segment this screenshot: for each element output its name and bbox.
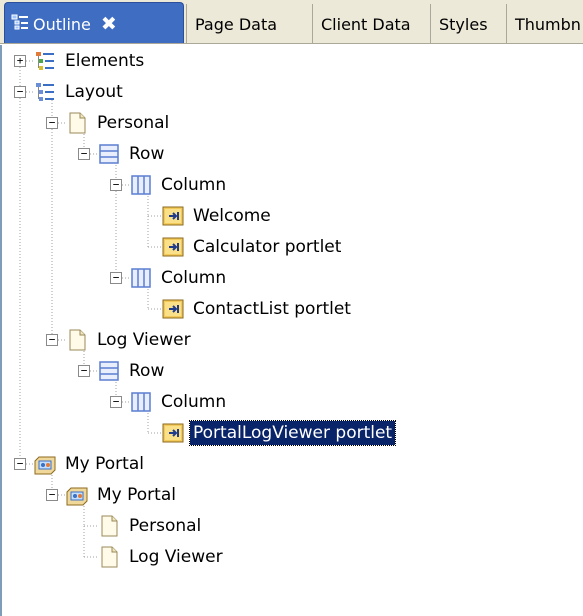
tree-node[interactable]: Column (130, 171, 229, 199)
tab-outline-label: Outline (33, 14, 91, 34)
tab-thumbnails[interactable]: Thumbn (506, 4, 583, 43)
tree-node[interactable]: ContactList portlet (162, 295, 354, 323)
tree-node-label: Row (129, 361, 165, 381)
tab-page-data[interactable]: Page Data (186, 4, 312, 43)
row-icon (98, 360, 120, 382)
portlet-icon (162, 422, 184, 444)
tree-node[interactable]: Welcome (162, 202, 274, 230)
collapse-toggle[interactable]: − (110, 396, 122, 408)
tree-node-label: PortalLogViewer portlet (188, 420, 397, 446)
tree-node[interactable]: Row (98, 140, 167, 168)
tab-client-data[interactable]: Client Data (312, 4, 430, 43)
portal-icon (34, 453, 56, 475)
row-icon (98, 143, 120, 165)
collapse-toggle[interactable]: − (46, 334, 58, 346)
page-icon (66, 112, 88, 134)
expand-toggle[interactable]: + (14, 55, 26, 67)
tree-node[interactable]: PortalLogViewer portlet (162, 419, 397, 447)
portlet-icon (162, 205, 184, 227)
tab-page-data-label: Page Data (195, 14, 278, 34)
collapse-toggle[interactable]: − (110, 272, 122, 284)
tree-node-label: Log Viewer (129, 547, 223, 567)
tab-client-data-label: Client Data (321, 14, 411, 34)
tab-styles-label: Styles (439, 14, 488, 34)
tree-node-label: ContactList portlet (193, 299, 351, 319)
tree-node-label: My Portal (65, 454, 144, 474)
collapse-toggle[interactable]: − (46, 489, 58, 501)
tab-outline[interactable]: Outline ✖ (4, 2, 184, 43)
tab-thumbnails-label: Thumbn (515, 14, 581, 34)
collapse-toggle[interactable]: − (46, 117, 58, 129)
column-icon (130, 391, 152, 413)
tree-node[interactable]: Column (130, 388, 229, 416)
tree-node[interactable]: Elements (34, 47, 147, 75)
outline-tree[interactable]: + Elements − Layout − Personal − Row − Column Welc… (0, 45, 583, 616)
tree-node[interactable]: Row (98, 357, 167, 385)
column-icon (130, 267, 152, 289)
elements-icon (34, 50, 56, 72)
tree-node[interactable]: Calculator portlet (162, 233, 344, 261)
tree-node[interactable]: My Portal (66, 481, 179, 509)
page-icon (98, 546, 120, 568)
tree-node-label: Column (161, 175, 227, 195)
portlet-icon (162, 236, 184, 258)
tree-node[interactable]: Layout (34, 78, 126, 106)
collapse-toggle[interactable]: − (110, 179, 122, 191)
tree-node[interactable]: Column (130, 264, 229, 292)
tree-node-label: Layout (65, 82, 123, 102)
tree-node-label: Personal (97, 113, 170, 133)
outline-icon (11, 13, 29, 35)
tree-node-label: My Portal (97, 485, 176, 505)
tree-node-label: Calculator portlet (193, 237, 342, 257)
portlet-icon (162, 298, 184, 320)
layout-icon (34, 81, 56, 103)
tree-node-label: Welcome (193, 206, 271, 226)
tree-node[interactable]: Log Viewer (98, 543, 226, 571)
tree-node-label: Log Viewer (97, 330, 191, 350)
portal-icon (66, 484, 88, 506)
page-icon (66, 329, 88, 351)
tree-node-label: Elements (65, 51, 145, 71)
tree-node[interactable]: Personal (66, 109, 172, 137)
collapse-toggle[interactable]: − (14, 458, 26, 470)
column-icon (130, 174, 152, 196)
page-icon (98, 515, 120, 537)
tree-node-label: Personal (129, 516, 202, 536)
close-icon[interactable]: ✖ (101, 13, 117, 35)
tree-node[interactable]: Log Viewer (66, 326, 194, 354)
tree-node[interactable]: Personal (98, 512, 204, 540)
tree-node-label: Column (161, 392, 227, 412)
collapse-toggle[interactable]: − (14, 86, 26, 98)
tree-node-label: Column (161, 268, 227, 288)
view-tab-bar: Outline ✖ Page Data Client Data Styles T… (0, 0, 583, 44)
collapse-toggle[interactable]: − (78, 148, 90, 160)
tree-node-label: Row (129, 144, 165, 164)
tab-styles[interactable]: Styles (430, 4, 506, 43)
tree-node[interactable]: My Portal (34, 450, 147, 478)
collapse-toggle[interactable]: − (78, 365, 90, 377)
